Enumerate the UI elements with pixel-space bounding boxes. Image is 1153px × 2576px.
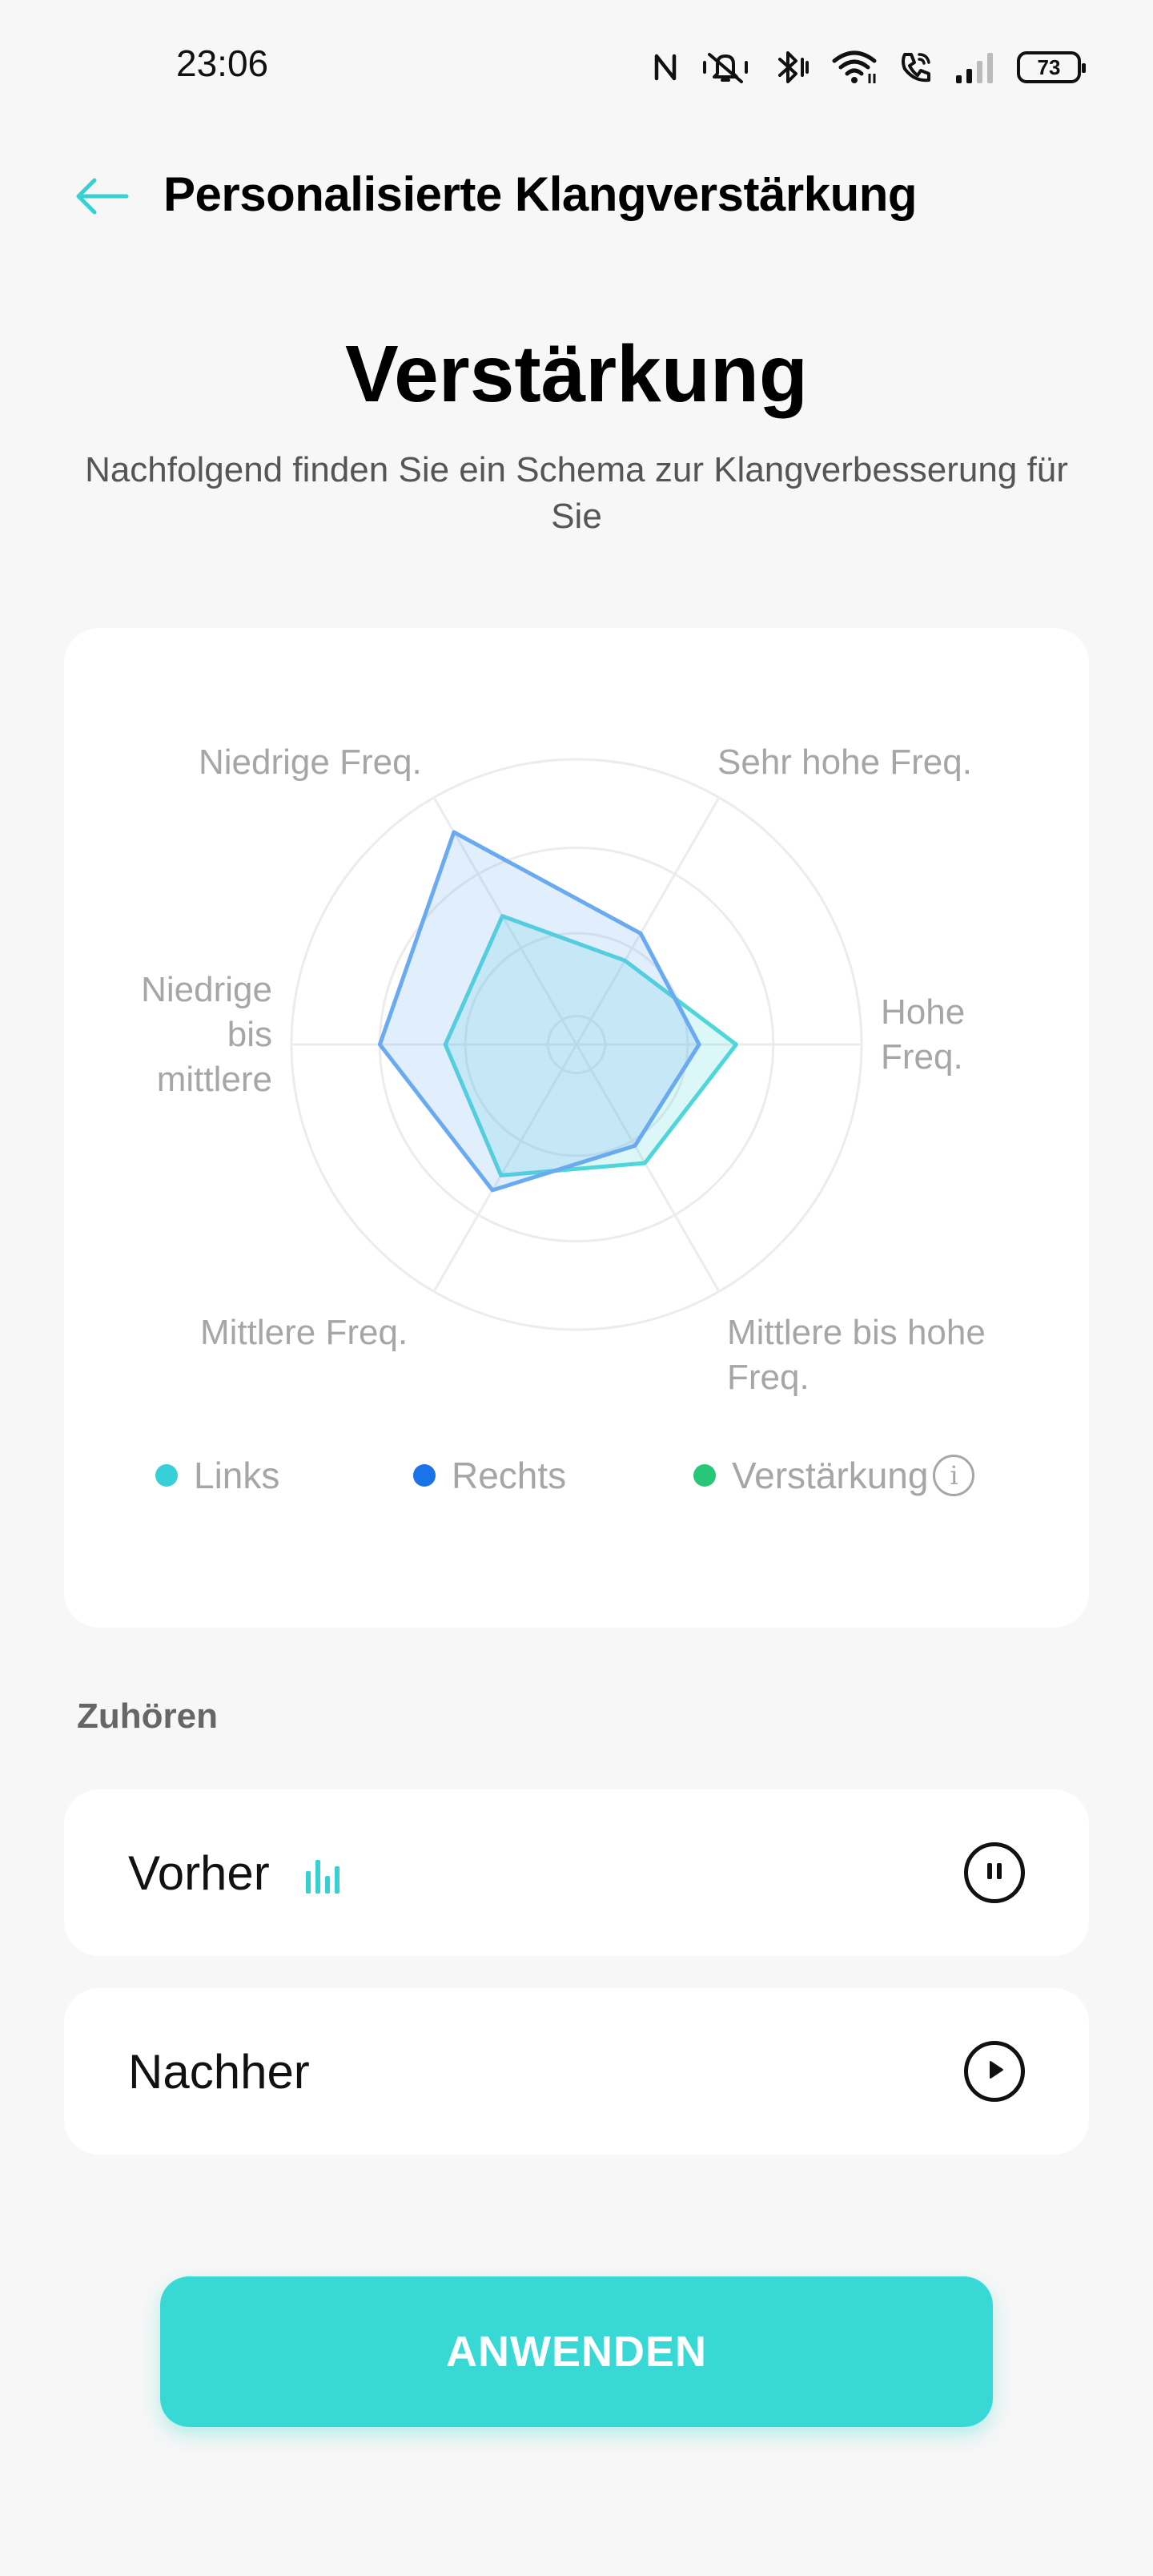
legend-dot-verstaerkung [693, 1464, 716, 1487]
vibrate-mute-icon [700, 50, 751, 85]
section-label-zuhoeren: Zuhören [77, 1697, 218, 1736]
axis-label-niedrige: Niedrige Freq. [199, 743, 422, 782]
hero-title: Verstärkung [344, 329, 809, 419]
axis-label-niedrige-mittlere-1: Niedrige [141, 970, 272, 1009]
equalizer-bars-icon [304, 1857, 348, 1898]
legend-dot-rechts [413, 1464, 436, 1487]
listen-item-nachher[interactable]: Nachher [64, 1988, 1089, 2155]
apply-button[interactable]: ANWENDEN [160, 2276, 993, 2427]
listen-item-vorher[interactable]: Vorher [64, 1789, 1089, 1956]
status-bar: 23:06 73 [0, 0, 1153, 128]
legend-label-links: Links [194, 1455, 280, 1496]
listen-label-nachher: Nachher [128, 2044, 310, 2099]
axis-label-mittlere-hohe-1: Mittlere bis hohe [727, 1313, 986, 1352]
axis-label-hohe-1: Hohe [881, 992, 965, 1032]
status-time: 23:06 [176, 42, 269, 84]
listen-label-vorher: Vorher [128, 1845, 270, 1900]
wifi-icon [831, 50, 878, 85]
legend-item-verstaerkung: Verstärkung i [693, 1443, 975, 1507]
radar-chart-card: Niedrige Freq. Sehr hohe Freq. Niedrige … [64, 628, 1089, 1628]
page-title: Personalisierte Klangverstärkung [163, 167, 918, 221]
wifi-calling-icon [898, 50, 934, 85]
axis-label-sehr-hohe: Sehr hohe Freq. [717, 743, 972, 782]
pause-icon [983, 1860, 1006, 1886]
battery-icon: 73 [1017, 51, 1086, 83]
app-header: Personalisierte Klangverstärkung [0, 152, 1153, 240]
signal-icon [954, 50, 996, 85]
radar-series [377, 830, 738, 1193]
hero-subtitle: Nachfolgend finden Sie ein Schema zur Kl… [85, 450, 1068, 536]
info-icon[interactable]: i [933, 1455, 975, 1496]
axis-label-hohe-2: Freq. [881, 1037, 963, 1077]
axis-label-niedrige-mittlere-3: mittlere [157, 1060, 272, 1099]
play-icon [983, 2059, 1006, 2085]
bluetooth-icon [772, 50, 810, 85]
chart-legend: Links Rechts Verstärkung i [64, 1443, 1089, 1507]
legend-dot-links [155, 1464, 178, 1487]
arrow-left-icon [74, 176, 130, 220]
nfc-icon [652, 51, 679, 83]
legend-item-links: Links [155, 1443, 279, 1507]
legend-label-rechts: Rechts [452, 1455, 567, 1496]
axis-label-mittlere-hohe-2: Freq. [727, 1358, 810, 1397]
back-button[interactable] [66, 171, 138, 224]
axis-label-mittlere: Mittlere Freq. [200, 1313, 408, 1352]
radar-chart: Niedrige Freq. Sehr hohe Freq. Niedrige … [141, 743, 986, 1397]
pause-button[interactable] [964, 1842, 1025, 1903]
legend-item-rechts: Rechts [413, 1443, 566, 1507]
status-icons: 73 [652, 43, 1086, 91]
axis-label-niedrige-mittlere-2: bis [227, 1015, 272, 1054]
play-button[interactable] [964, 2041, 1025, 2102]
legend-label-verstaerkung: Verstärkung [732, 1455, 929, 1496]
